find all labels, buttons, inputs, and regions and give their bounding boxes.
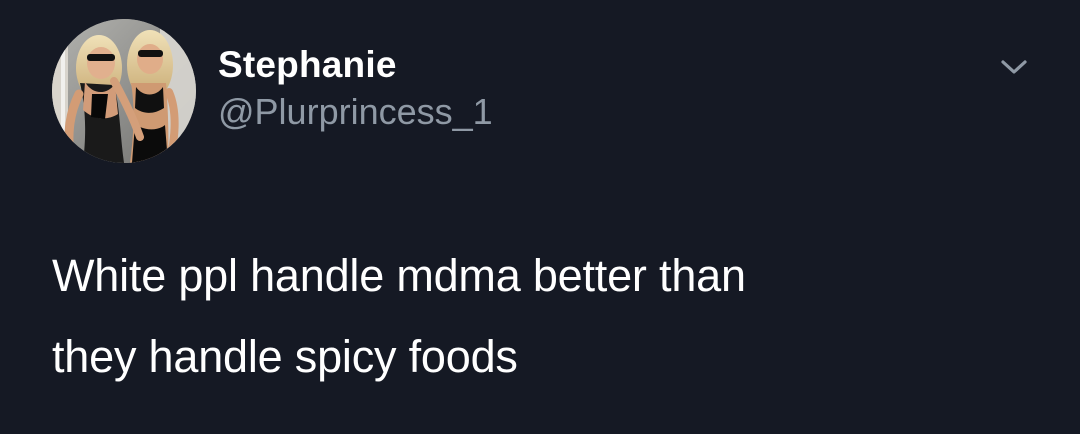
tweet-card: Stephanie @Plurprincess_1 White ppl hand…	[0, 0, 1080, 434]
tweet-text: White ppl handle mdma better than they h…	[52, 235, 1032, 397]
display-name[interactable]: Stephanie	[218, 43, 493, 87]
chevron-down-icon[interactable]	[995, 52, 1033, 80]
profile-photo	[52, 19, 196, 163]
user-handle[interactable]: @Plurprincess_1	[218, 91, 493, 133]
avatar[interactable]	[52, 19, 196, 163]
user-info: Stephanie @Plurprincess_1	[218, 43, 493, 133]
tweet-text-line-1: White ppl handle mdma better than	[52, 250, 746, 301]
tweet-text-line-2: they handle spicy foods	[52, 331, 518, 382]
